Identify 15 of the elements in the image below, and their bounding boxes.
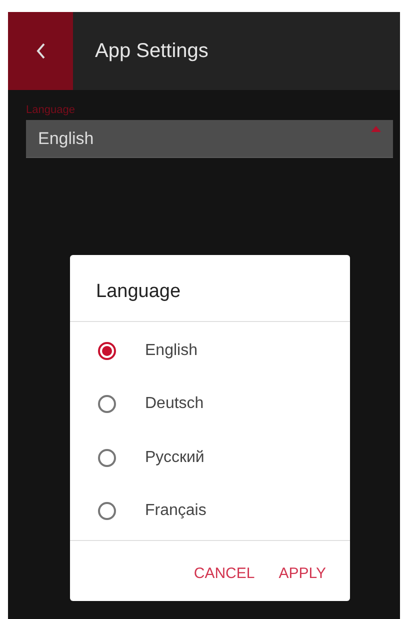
language-option[interactable]: Deutsch bbox=[70, 395, 350, 414]
language-option[interactable]: Русский bbox=[70, 448, 350, 467]
radio-button[interactable] bbox=[98, 502, 116, 520]
radio-button[interactable] bbox=[98, 448, 116, 467]
dialog-title: Language bbox=[95, 280, 182, 304]
field-label: Language bbox=[26, 104, 75, 116]
radio-button[interactable] bbox=[98, 395, 116, 414]
page-title: App Settings bbox=[95, 40, 208, 62]
language-select[interactable]: English bbox=[26, 120, 393, 158]
apply-button[interactable]: APPLY bbox=[272, 561, 332, 586]
back-icon bbox=[36, 43, 46, 59]
language-option[interactable]: Français bbox=[70, 502, 350, 520]
cancel-button[interactable]: CANCEL bbox=[188, 561, 261, 586]
radio-button[interactable] bbox=[98, 342, 116, 360]
language-option[interactable]: English bbox=[70, 342, 350, 360]
